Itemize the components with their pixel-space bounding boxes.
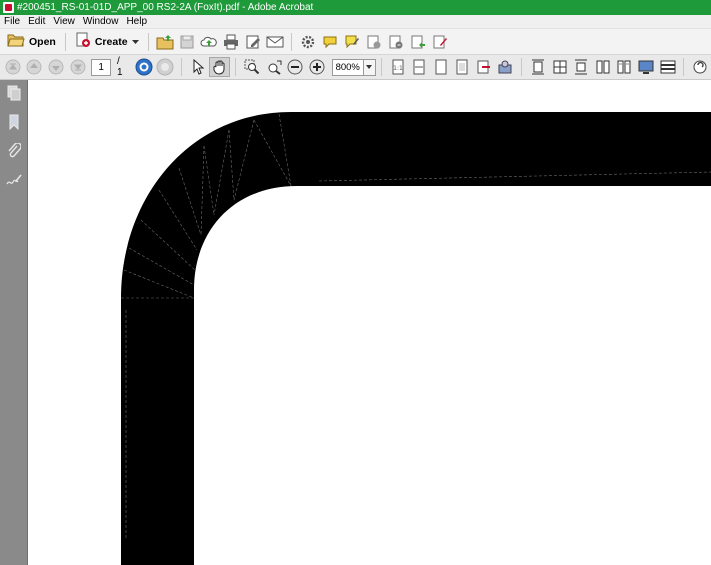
navigation-toolbar: 1 / 1 800% 1:1 bbox=[0, 55, 711, 80]
navigation-pane bbox=[0, 80, 28, 565]
menu-edit[interactable]: Edit bbox=[24, 15, 49, 29]
menu-bar: File Edit View Window Help bbox=[0, 15, 711, 29]
first-page-icon[interactable] bbox=[2, 57, 24, 77]
signature-icon[interactable] bbox=[6, 171, 22, 189]
acrobat-icon bbox=[3, 2, 14, 13]
cloud-upload-icon[interactable] bbox=[198, 32, 220, 52]
fit-page-icon[interactable] bbox=[430, 57, 452, 77]
menu-window[interactable]: Window bbox=[79, 15, 123, 29]
two-page-scrolling-icon[interactable] bbox=[592, 57, 614, 77]
page-total: / 1 bbox=[117, 56, 123, 78]
chevron-down-icon bbox=[366, 65, 373, 69]
toolbar-divider bbox=[521, 58, 523, 76]
pages-icon[interactable] bbox=[6, 84, 22, 102]
folder-open-icon bbox=[7, 33, 25, 50]
zoom-level-input[interactable]: 800% bbox=[331, 58, 364, 76]
folder-up-icon[interactable] bbox=[154, 32, 176, 52]
export-icon[interactable] bbox=[407, 32, 429, 52]
next-page-icon[interactable] bbox=[45, 57, 67, 77]
menu-file[interactable]: File bbox=[0, 15, 24, 29]
attach-icon[interactable] bbox=[385, 32, 407, 52]
menu-view[interactable]: View bbox=[49, 15, 79, 29]
stamp-icon[interactable] bbox=[363, 32, 385, 52]
single-page-icon[interactable] bbox=[527, 57, 549, 77]
actual-size-icon[interactable]: 1:1 bbox=[387, 57, 409, 77]
open-label: Open bbox=[29, 35, 56, 48]
comment-icon[interactable] bbox=[319, 32, 341, 52]
gear-icon[interactable] bbox=[297, 32, 319, 52]
rotate-view-alt-icon[interactable] bbox=[155, 57, 177, 77]
attachment-icon[interactable] bbox=[6, 142, 22, 160]
select-cursor-icon[interactable] bbox=[187, 57, 209, 77]
svg-text:1:1: 1:1 bbox=[393, 65, 403, 72]
window-title: #200451_RS-01-01D_APP_00 RS2-2A (FoxIt).… bbox=[17, 2, 314, 13]
fit-visible-icon[interactable] bbox=[451, 57, 473, 77]
scrolling-icon[interactable] bbox=[570, 57, 592, 77]
toolbar-divider bbox=[290, 32, 292, 51]
reflow-icon[interactable] bbox=[473, 57, 495, 77]
zoom-select[interactable]: 800% bbox=[331, 58, 376, 76]
tools-pane-icon[interactable] bbox=[689, 57, 711, 77]
zoom-dropdown-button[interactable] bbox=[363, 58, 376, 76]
last-page-icon[interactable] bbox=[67, 57, 89, 77]
menu-help[interactable]: Help bbox=[122, 15, 151, 29]
hand-tool-icon[interactable] bbox=[208, 57, 231, 77]
bookmark-icon[interactable] bbox=[6, 113, 22, 131]
toolbar-divider bbox=[235, 58, 237, 76]
fit-width-icon[interactable] bbox=[408, 57, 430, 77]
drawing-canvas bbox=[121, 112, 711, 565]
drawing-path bbox=[121, 112, 711, 565]
print-icon[interactable] bbox=[220, 32, 242, 52]
rotate-view-icon[interactable] bbox=[133, 57, 155, 77]
marquee-zoom-icon[interactable] bbox=[241, 57, 263, 77]
facing-pages-icon[interactable] bbox=[614, 57, 636, 77]
zoom-in-icon[interactable] bbox=[306, 57, 328, 77]
two-page-icon[interactable] bbox=[549, 57, 571, 77]
open-button[interactable]: Open bbox=[3, 31, 60, 53]
full-screen-icon[interactable] bbox=[635, 57, 657, 77]
toolbar-divider bbox=[64, 32, 66, 51]
toolbar-divider bbox=[683, 58, 685, 76]
chevron-down-icon bbox=[131, 36, 139, 48]
previous-page-icon[interactable] bbox=[24, 57, 46, 77]
page-number-input[interactable]: 1 bbox=[91, 58, 112, 76]
create-button[interactable]: Create bbox=[71, 31, 143, 53]
save-icon[interactable] bbox=[176, 32, 198, 52]
toolbar-divider bbox=[181, 58, 183, 76]
read-mode-icon[interactable] bbox=[495, 57, 517, 77]
document-view[interactable] bbox=[29, 80, 711, 565]
split-view-icon[interactable] bbox=[657, 57, 679, 77]
toolbar-divider bbox=[380, 58, 382, 76]
zoom-out-icon[interactable] bbox=[285, 57, 307, 77]
dynamic-zoom-icon[interactable] bbox=[263, 57, 285, 77]
email-icon[interactable] bbox=[264, 32, 286, 52]
sign-icon[interactable] bbox=[429, 32, 451, 52]
create-label: Create bbox=[94, 35, 128, 48]
main-toolbar: Open Create bbox=[0, 29, 711, 55]
title-bar: #200451_RS-01-01D_APP_00 RS2-2A (FoxIt).… bbox=[0, 0, 711, 15]
edit-icon[interactable] bbox=[242, 32, 264, 52]
toolbar-divider bbox=[147, 32, 149, 51]
create-pdf-icon bbox=[75, 32, 91, 51]
highlight-icon[interactable] bbox=[341, 32, 363, 52]
